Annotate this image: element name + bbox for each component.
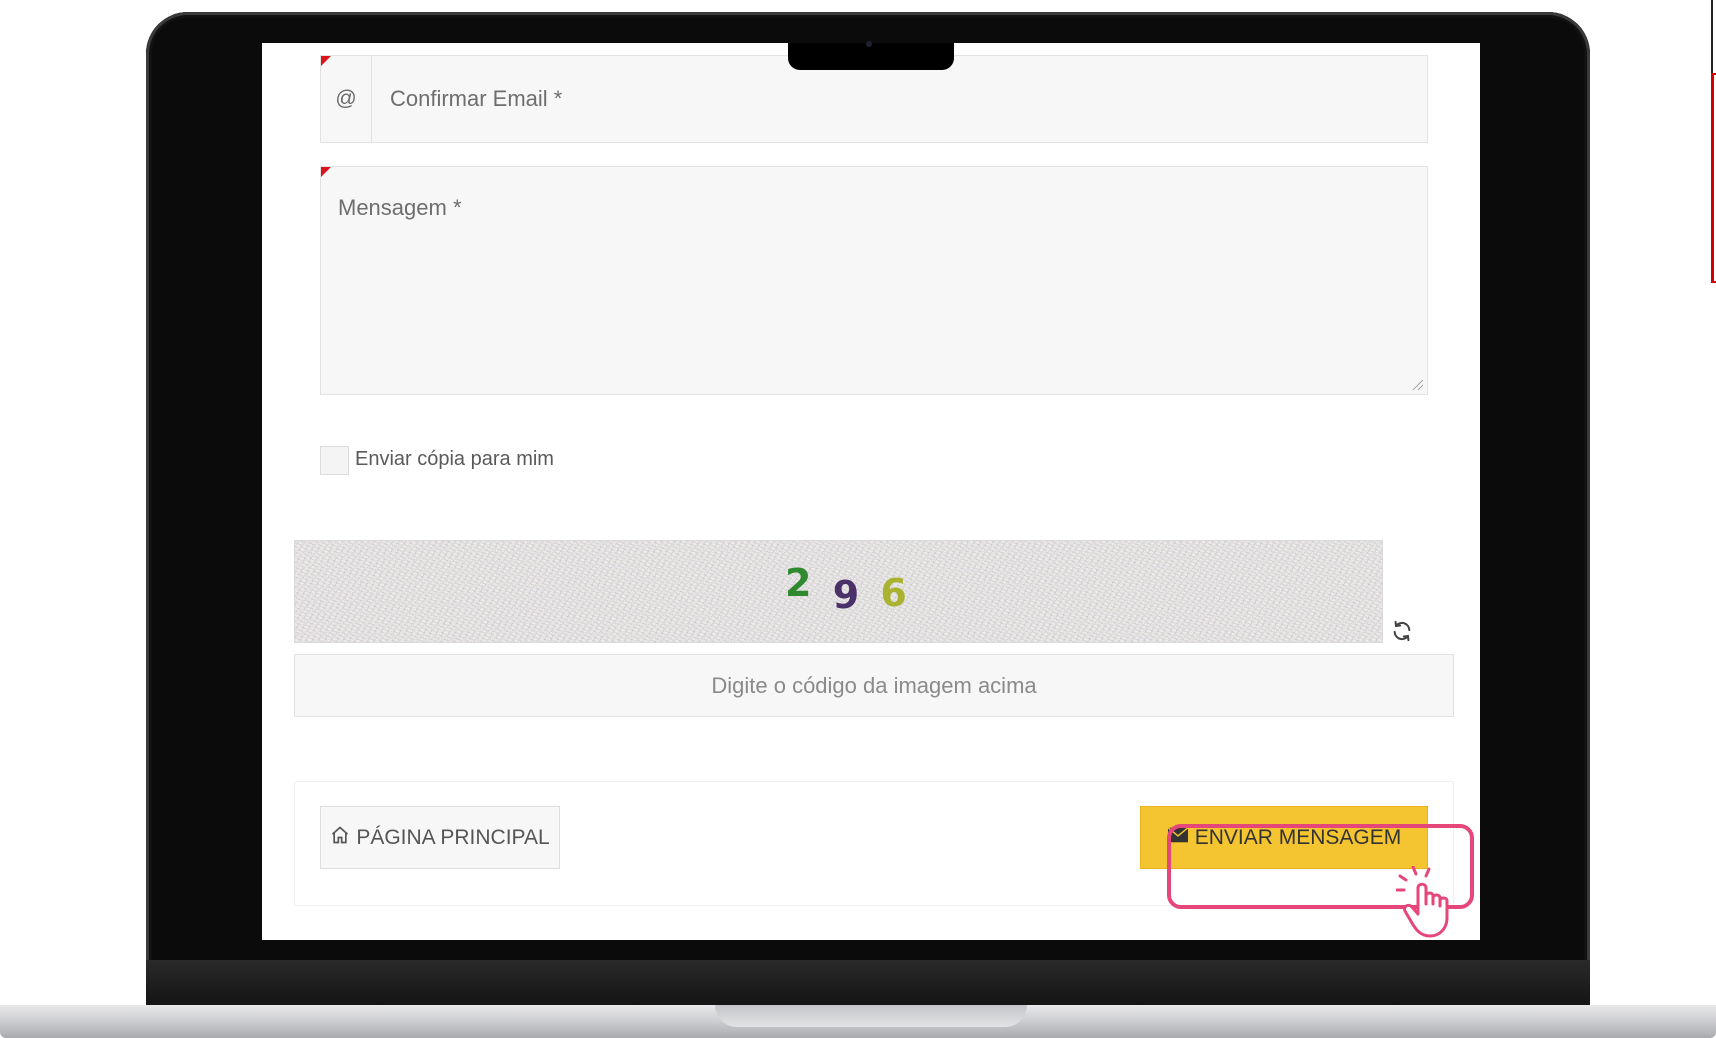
- confirm-email-placeholder: Confirmar Email *: [390, 86, 563, 111]
- message-placeholder: Mensagem *: [338, 195, 462, 220]
- captcha-digit: 6: [880, 571, 911, 615]
- captcha-code: 2 9 6: [785, 561, 911, 617]
- captcha-image: 2 9 6: [294, 540, 1383, 643]
- screen: @ Confirmar Email * Mensagem * Enviar có…: [262, 43, 1480, 940]
- laptop-hinge-notch: [715, 1005, 1027, 1027]
- message-textarea[interactable]: Mensagem *: [320, 166, 1428, 395]
- captcha-digit: 2: [785, 561, 816, 605]
- captcha-digit: 9: [832, 573, 864, 617]
- captcha-input[interactable]: Digite o código da imagem acima: [294, 654, 1454, 717]
- at-sign-icon: @: [321, 56, 372, 142]
- refresh-icon[interactable]: [1389, 618, 1415, 644]
- send-copy-label[interactable]: Enviar cópia para mim: [355, 448, 554, 471]
- home-page-button-label: PÁGINA PRINCIPAL: [356, 825, 550, 849]
- resize-grip-icon[interactable]: [1413, 380, 1423, 390]
- hand-pointer-icon: [1395, 865, 1474, 938]
- laptop-chin: [146, 960, 1590, 1006]
- camera-icon: [866, 41, 872, 47]
- camera-notch: [788, 41, 954, 70]
- required-flag: [321, 167, 331, 177]
- home-page-button[interactable]: PÁGINA PRINCIPAL: [320, 806, 560, 869]
- side-panel-red-edge: [1711, 73, 1716, 283]
- home-icon: [330, 825, 350, 851]
- send-copy-checkbox[interactable]: [320, 446, 349, 475]
